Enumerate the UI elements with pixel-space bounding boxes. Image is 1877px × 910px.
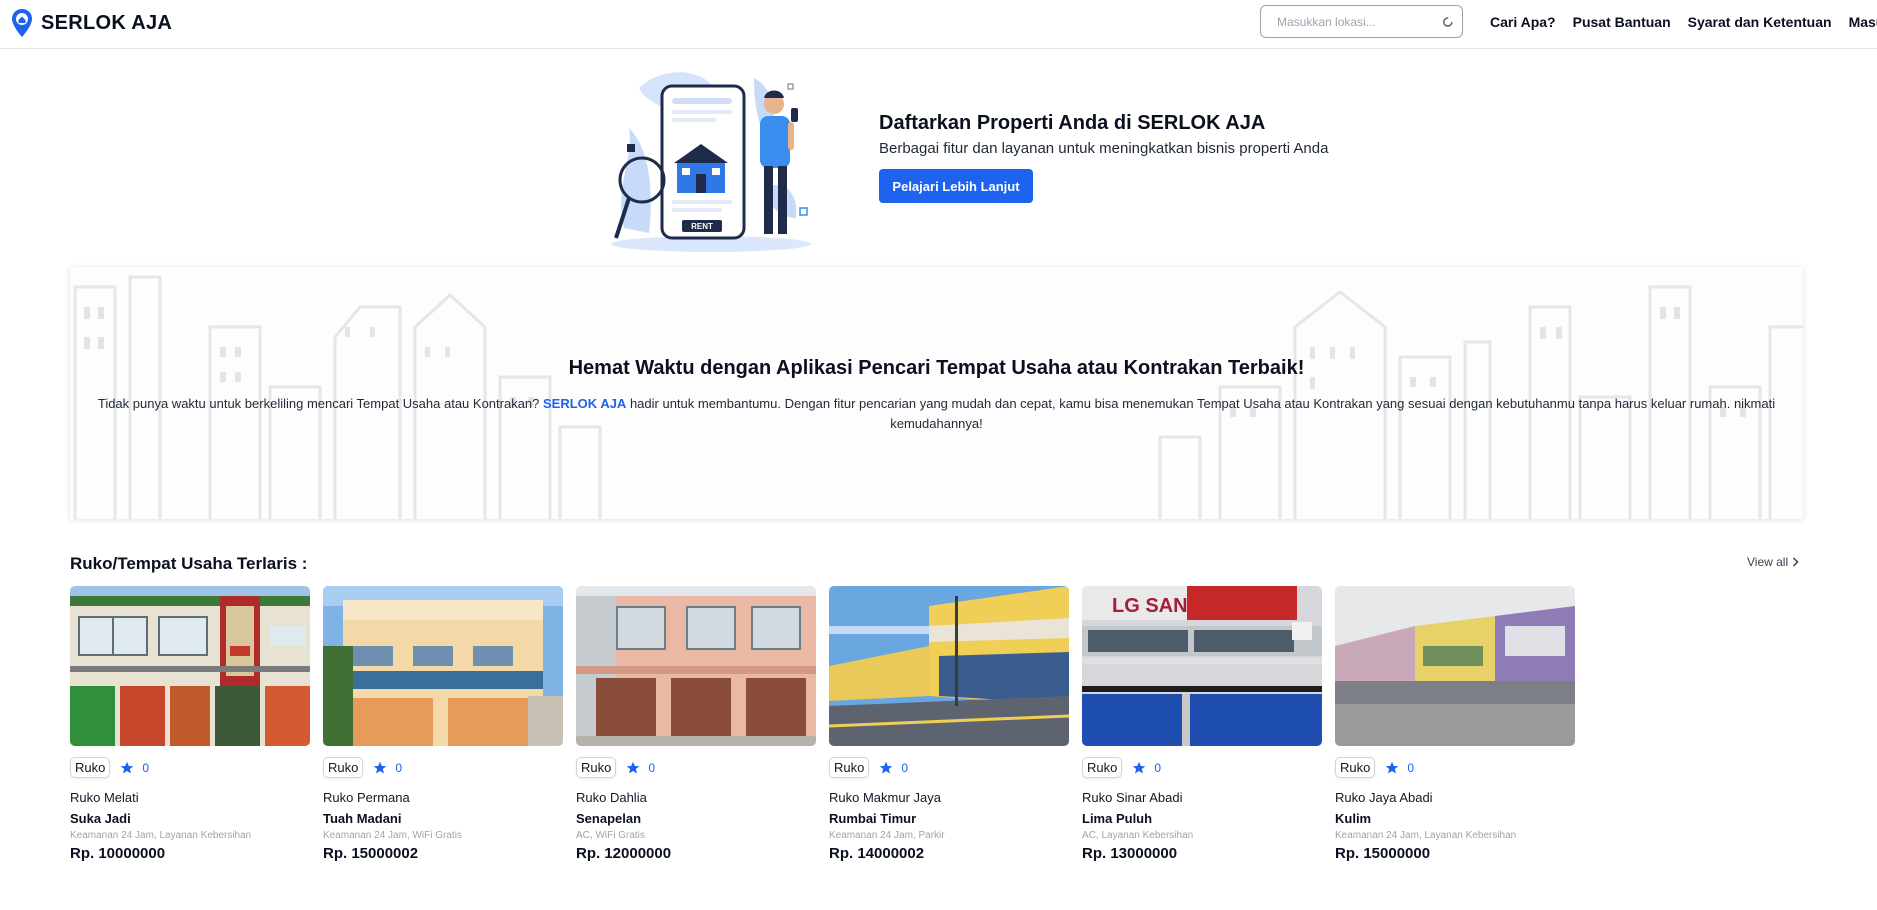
star-icon bbox=[374, 761, 387, 773]
listing-photo bbox=[1335, 586, 1575, 746]
type-badge: Ruko bbox=[323, 757, 364, 778]
listing-facilities: Keamanan 24 Jam, Parkir bbox=[829, 830, 945, 841]
rent-phone-illustration: RENT bbox=[611, 72, 811, 252]
listing-location: Kulim bbox=[1335, 811, 1372, 826]
rating: 0 bbox=[626, 761, 655, 775]
rating-value: 0 bbox=[142, 760, 150, 775]
type-badge: Ruko bbox=[829, 757, 870, 778]
listing-cards: Ruko 0 Ruko Melati Suka Jadi Keamanan 24… bbox=[70, 586, 1575, 862]
listing-location: Lima Puluh bbox=[1082, 811, 1153, 826]
type-badge: Ruko bbox=[1335, 757, 1376, 778]
view-all-label: View all bbox=[1747, 555, 1789, 569]
rating-value: 0 bbox=[395, 760, 403, 775]
listing-location: Rumbai Timur bbox=[829, 811, 917, 826]
brand[interactable]: SERLOK AJA bbox=[11, 8, 172, 38]
type-badge: Ruko bbox=[1082, 757, 1123, 778]
card-meta: Ruko 0 bbox=[829, 757, 1069, 778]
brand-name: SERLOK AJA bbox=[41, 11, 173, 34]
rating-value: 0 bbox=[1154, 760, 1162, 775]
nav-masuk[interactable]: Masuk bbox=[1849, 14, 1877, 30]
nav-cari-apa[interactable]: Cari Apa? bbox=[1490, 14, 1556, 30]
rating: 0 bbox=[1385, 761, 1414, 775]
location-search[interactable] bbox=[1260, 5, 1463, 38]
listing-name: Ruko Melati bbox=[70, 790, 139, 805]
hero-desc-brand: SERLOK AJA bbox=[543, 396, 627, 411]
star-icon bbox=[627, 761, 640, 773]
hero-desc-before: Tidak punya waktu untuk berkeliling menc… bbox=[97, 396, 544, 411]
loading-spinner-icon bbox=[1443, 16, 1453, 27]
listing-name: Ruko Dahlia bbox=[576, 790, 647, 805]
card-meta: Ruko 0 bbox=[576, 757, 816, 778]
promo-subtitle: Berbagai fitur dan layanan untuk meningk… bbox=[879, 140, 1329, 157]
view-all-link[interactable]: View all bbox=[1747, 555, 1799, 569]
learn-more-button[interactable]: Pelajari Lebih Lanjut bbox=[879, 169, 1033, 203]
hero-banner: Hemat Waktu dengan Aplikasi Pencari Temp… bbox=[70, 267, 1803, 519]
type-badge: Ruko bbox=[70, 757, 111, 778]
star-icon bbox=[1386, 761, 1399, 773]
nav-pusat-bantuan[interactable]: Pusat Bantuan bbox=[1573, 14, 1671, 30]
hero-title: Hemat Waktu dengan Aplikasi Pencari Temp… bbox=[568, 357, 1305, 379]
chevron-right-icon bbox=[1793, 557, 1799, 567]
rating: 0 bbox=[1132, 761, 1161, 775]
listing-name: Ruko Makmur Jaya bbox=[829, 790, 941, 805]
listing-photo bbox=[829, 586, 1069, 746]
card-meta: Ruko 0 bbox=[323, 757, 563, 778]
listing-card[interactable]: Ruko 0 Ruko Jaya Abadi Kulim Keamanan 24… bbox=[1335, 586, 1575, 862]
location-pin-icon bbox=[12, 9, 32, 37]
city-skyline-background bbox=[73, 275, 1803, 519]
rating-value: 0 bbox=[1407, 760, 1415, 775]
listing-price: Rp. 12000000 bbox=[576, 845, 672, 862]
listing-card[interactable]: Ruko 0 Ruko Permana Tuah Madani Keamanan… bbox=[323, 586, 563, 862]
star-icon bbox=[121, 761, 134, 773]
listing-photo bbox=[70, 586, 310, 746]
rating-value: 0 bbox=[901, 760, 909, 775]
listing-facilities: Keamanan 24 Jam, WiFi Gratis bbox=[323, 830, 462, 841]
rating-value: 0 bbox=[648, 760, 656, 775]
promo-text: Daftarkan Properti Anda di SERLOK AJA Be… bbox=[879, 112, 1328, 203]
listing-card[interactable]: Ruko 0 Ruko Makmur Jaya Rumbai Timur Kea… bbox=[829, 586, 1069, 862]
listing-price: Rp. 15000000 bbox=[1335, 845, 1431, 862]
listing-location: Tuah Madani bbox=[323, 811, 402, 826]
hero-desc-after: hadir untuk membantumu. Dengan fitur pen… bbox=[626, 396, 1776, 431]
listing-name: Ruko Permana bbox=[323, 790, 410, 805]
hero-description: Tidak punya waktu untuk berkeliling menc… bbox=[80, 394, 1793, 434]
section-title: Ruko/Tempat Usaha Terlaris : bbox=[70, 554, 308, 573]
star-icon bbox=[880, 761, 893, 773]
listing-photo bbox=[576, 586, 816, 746]
promo-title: Daftarkan Properti Anda di SERLOK AJA bbox=[879, 112, 1266, 134]
card-meta: Ruko 0 bbox=[1335, 757, 1575, 778]
listing-price: Rp. 14000002 bbox=[829, 845, 925, 862]
rating: 0 bbox=[373, 761, 402, 775]
card-meta: Ruko 0 bbox=[70, 757, 310, 778]
listing-facilities: Keamanan 24 Jam, Layanan Kebersihan bbox=[1335, 830, 1517, 841]
listing-card[interactable]: Ruko 0 Ruko Dahlia Senapelan AC, WiFi Gr… bbox=[576, 586, 816, 862]
listing-facilities: AC, Layanan Kebersihan bbox=[1082, 830, 1194, 841]
type-badge: Ruko bbox=[576, 757, 617, 778]
listing-name: Ruko Sinar Abadi bbox=[1082, 790, 1183, 805]
listing-name: Ruko Jaya Abadi bbox=[1335, 790, 1433, 805]
nav-links: Cari Apa? Pusat Bantuan Syarat dan Keten… bbox=[1490, 14, 1877, 30]
listing-location: Suka Jadi bbox=[70, 811, 131, 826]
listing-facilities: Keamanan 24 Jam, Layanan Kebersihan bbox=[70, 830, 252, 841]
listing-card[interactable]: Ruko 0 Ruko Melati Suka Jadi Keamanan 24… bbox=[70, 586, 310, 862]
listing-card[interactable]: LG SANKEN Ruko 0 Ruko Sinar Abadi Lima P… bbox=[1082, 586, 1322, 862]
rating: 0 bbox=[120, 761, 149, 775]
card-meta: Ruko 0 bbox=[1082, 757, 1322, 778]
navbar: SERLOK AJA Cari Apa? Pusat Bantuan Syara… bbox=[0, 0, 1877, 49]
nav-syarat-ketentuan[interactable]: Syarat dan Ketentuan bbox=[1688, 14, 1832, 30]
listing-price: Rp. 15000002 bbox=[323, 845, 419, 862]
search-input[interactable] bbox=[1277, 14, 1443, 29]
listing-photo bbox=[323, 586, 563, 746]
rent-sign-text: RENT bbox=[691, 222, 713, 231]
listing-location: Senapelan bbox=[576, 811, 642, 826]
listing-price: Rp. 13000000 bbox=[1082, 845, 1178, 862]
star-icon bbox=[1133, 761, 1146, 773]
listing-price: Rp. 10000000 bbox=[70, 845, 166, 862]
listing-photo: LG SANKEN bbox=[1082, 586, 1322, 746]
rating: 0 bbox=[879, 761, 908, 775]
listing-facilities: AC, WiFi Gratis bbox=[576, 830, 645, 841]
